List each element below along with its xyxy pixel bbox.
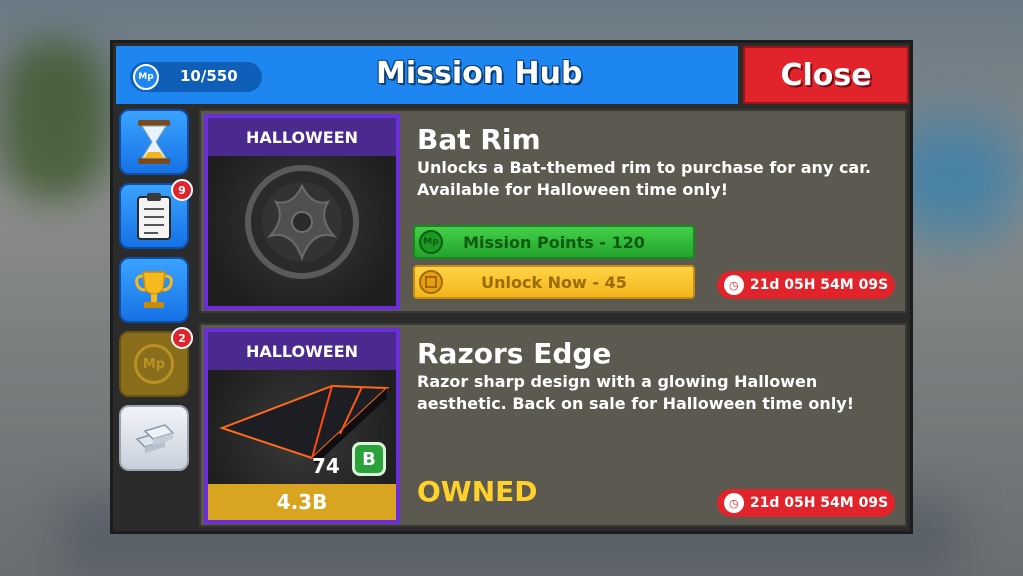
item-preview: HALLOWEEN [204,114,400,310]
boost-badge-icon: B [352,442,386,476]
close-button[interactable]: Close [743,46,909,104]
sidebar-item-missions[interactable]: 9 [119,179,193,249]
unlock-now-label: Unlock Now - 45 [481,272,627,292]
sidebar-item-shop[interactable] [119,405,189,471]
item-price: 4.3B [208,484,396,520]
mission-points-price-label: Mission Points - 120 [463,232,645,252]
mission-card: HALLOWEEN 74 B 4.3B Razors Edge Razor sh… [199,323,907,527]
mission-points-value: 10/550 [180,67,238,85]
trophy-icon [135,271,173,308]
owned-status: OWNED [417,475,538,508]
bat-rim-image [245,165,359,279]
item-preview: HALLOWEEN 74 B 4.3B [204,328,400,524]
notification-badge: 9 [171,179,193,201]
robux-icon [419,270,443,294]
unlock-now-button[interactable]: Unlock Now - 45 [413,265,695,299]
timer-value: 21d 05H 54M 09S [749,495,889,511]
mission-points-counter: Mp 10/550 [130,62,262,92]
notification-badge: 2 [171,327,193,349]
background-foliage [0,40,110,200]
mission-description: Razor sharp design with a glowing Hallow… [417,372,855,413]
sidebar-item-leaderboard[interactable] [119,257,189,323]
item-quantity: 74 [312,454,340,478]
mission-description: Unlocks a Bat-themed rim to purchase for… [417,158,871,199]
countdown-timer: ◷ 21d 05H 54M 09S [717,271,895,299]
countdown-timer: ◷ 21d 05H 54M 09S [717,489,895,517]
silver-bars-icon [135,424,175,453]
mission-points-icon: Mp [419,230,443,254]
mission-points-icon: Mp [134,344,174,384]
sidebar-item-timed-missions[interactable] [119,109,189,175]
page-title: Mission Hub [376,56,583,91]
sidebar-item-mission-points[interactable]: Mp 2 [119,327,193,397]
mission-hub-panel: Mp 10/550 Mission Hub Close 9 Mp 2 HALLO… [110,40,913,534]
mission-points-icon: Mp [133,64,159,90]
mission-title: Bat Rim [417,123,541,156]
mission-title: Razors Edge [417,337,612,370]
hourglass-icon [138,120,170,164]
mission-points-purchase-button[interactable]: Mp Mission Points - 120 [413,225,695,259]
clock-icon: ◷ [723,493,744,513]
event-tag: HALLOWEEN [208,332,396,370]
header-bar: Mp 10/550 Mission Hub [116,46,738,104]
mission-card: HALLOWEEN Bat Rim Unlocks a Bat-themed r… [199,109,907,313]
timer-value: 21d 05H 54M 09S [749,277,889,293]
clipboard-icon [137,193,171,240]
clock-icon: ◷ [723,275,744,295]
event-tag: HALLOWEEN [208,118,396,156]
